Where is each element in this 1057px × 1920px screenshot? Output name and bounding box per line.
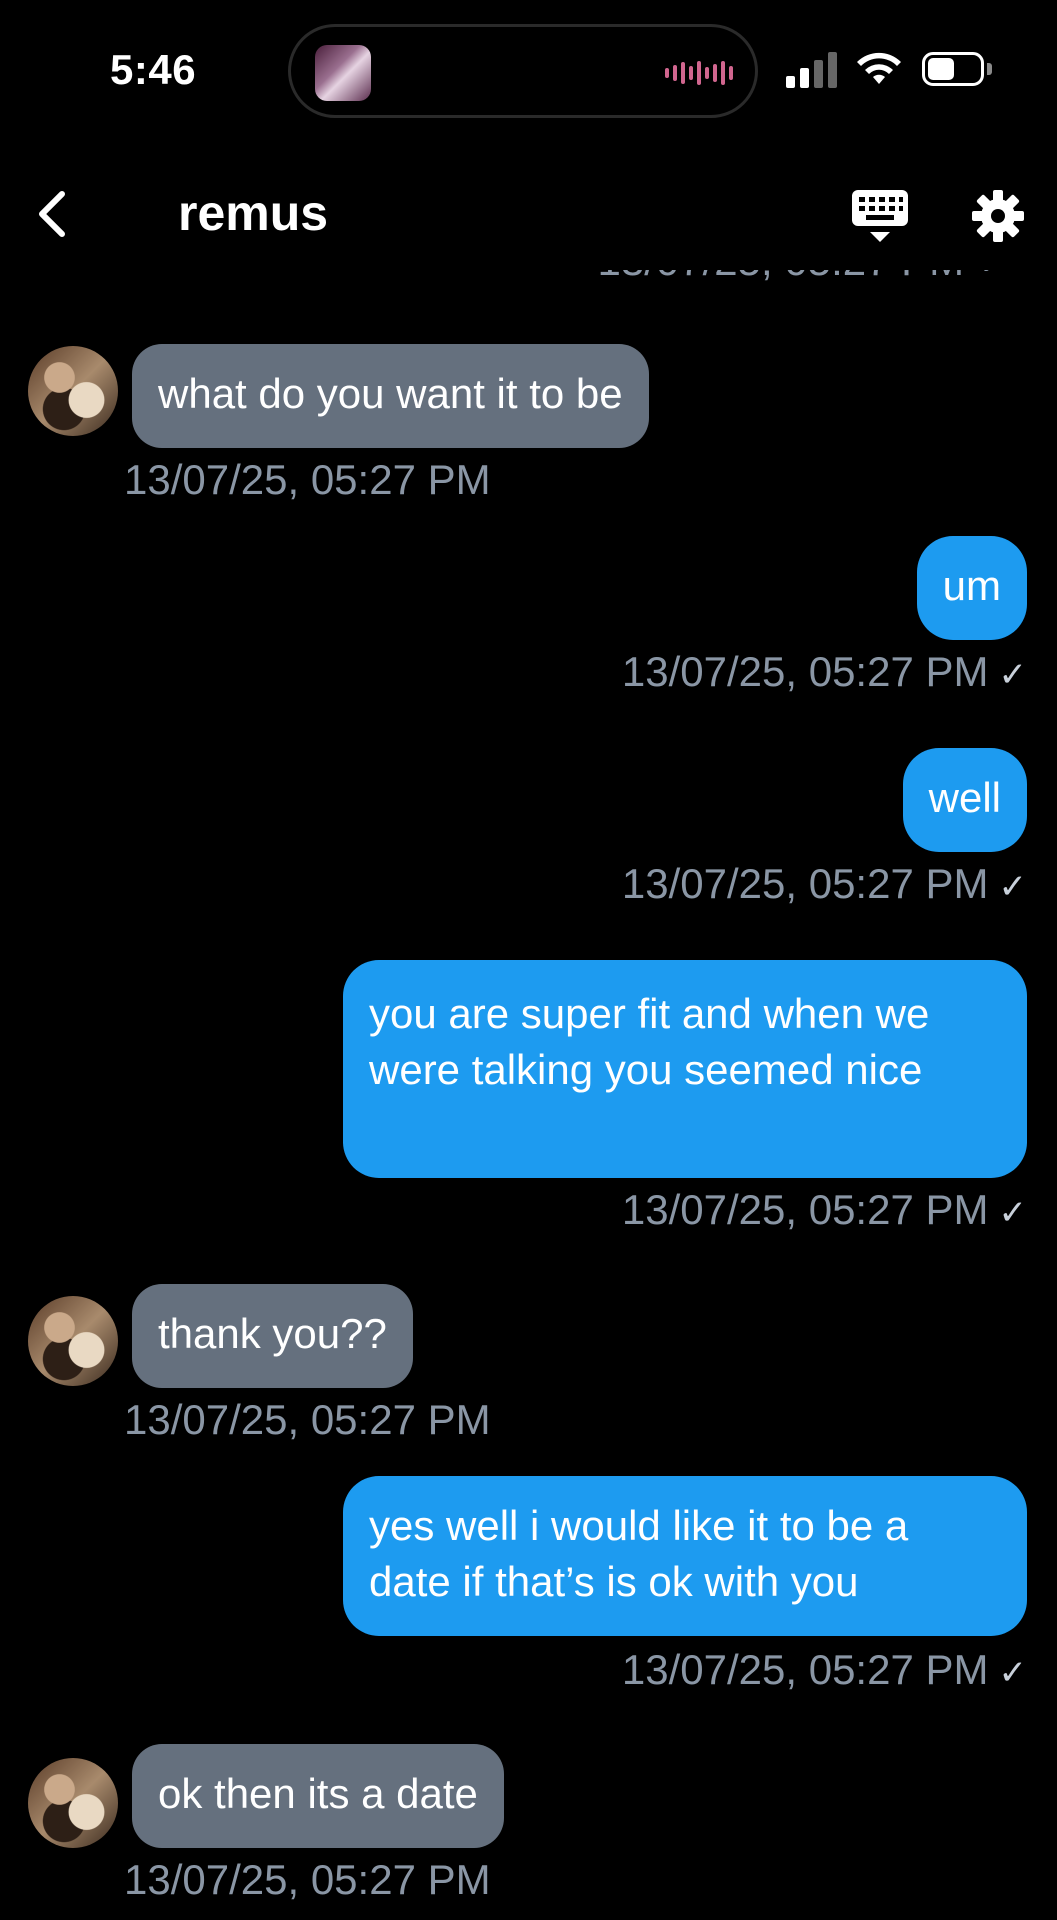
back-chevron-icon[interactable] bbox=[28, 184, 84, 244]
message-timestamp: 13/07/25, 05:27 PM bbox=[124, 1396, 491, 1443]
read-check-icon: ✓ bbox=[998, 868, 1028, 906]
message-outgoing: yes well i would like it to be a date if… bbox=[0, 1476, 1057, 1716]
message-bubble[interactable]: um bbox=[916, 536, 1027, 640]
read-check-icon: ✓ bbox=[998, 1194, 1028, 1232]
message-bubble[interactable]: yes well i would like it to be a date if… bbox=[343, 1476, 1027, 1636]
read-check-icon: ✓ bbox=[998, 656, 1028, 694]
message-timestamp: 13/07/25, 05:27 PM bbox=[124, 1856, 491, 1903]
chat-header: remus bbox=[0, 160, 1057, 270]
conversation-title: remus bbox=[178, 185, 329, 241]
dynamic-island[interactable] bbox=[288, 24, 758, 118]
message-timestamp: 13/07/25, 05:27 PM ✓ bbox=[598, 270, 1011, 285]
message-timestamp: 13/07/25, 05:27 PM ✓ bbox=[621, 1186, 1028, 1233]
wifi-icon bbox=[857, 52, 901, 84]
status-bar: 5:46 bbox=[0, 0, 1057, 140]
read-check-icon: ✓ bbox=[998, 1654, 1028, 1692]
message-bubble[interactable]: thank you?? bbox=[132, 1284, 413, 1388]
message-incoming: what do you want it to be 13/07/25, 05:2… bbox=[0, 344, 1057, 503]
message-bubble[interactable]: you are super fit and when we were talki… bbox=[343, 960, 1027, 1178]
status-time: 5:46 bbox=[110, 46, 197, 93]
message-timestamp: 13/07/25, 05:27 PM bbox=[124, 456, 491, 503]
contact-avatar[interactable] bbox=[28, 1758, 118, 1848]
message-bubble[interactable]: well bbox=[902, 748, 1027, 852]
message-outgoing: you are super fit and when we were talki… bbox=[0, 960, 1057, 1240]
contact-avatar[interactable] bbox=[28, 346, 118, 436]
keyboard-icon[interactable] bbox=[848, 188, 912, 246]
message-outgoing: um 13/07/25, 05:27 PM ✓ bbox=[0, 536, 1057, 696]
message-incoming: ok then its a date 13/07/25, 05:27 PM bbox=[0, 1744, 1057, 1920]
message-outgoing: well 13/07/25, 05:27 PM ✓ bbox=[0, 748, 1057, 908]
message-timestamp: 13/07/25, 05:27 PM ✓ bbox=[621, 1646, 1028, 1693]
signal-icon bbox=[786, 50, 837, 88]
battery-icon bbox=[922, 52, 992, 88]
message-timestamp: 13/07/25, 05:27 PM ✓ bbox=[621, 648, 1028, 695]
contact-avatar[interactable] bbox=[28, 1296, 118, 1386]
message-bubble[interactable]: what do you want it to be bbox=[132, 344, 649, 448]
message-bubble[interactable]: ok then its a date bbox=[132, 1744, 504, 1848]
audio-waveform-icon bbox=[665, 55, 733, 91]
gear-icon[interactable] bbox=[970, 188, 1026, 244]
message-incoming: thank you?? 13/07/25, 05:27 PM bbox=[0, 1284, 1057, 1444]
message-timestamp: 13/07/25, 05:27 PM ✓ bbox=[621, 860, 1028, 907]
now-playing-artwork bbox=[315, 45, 371, 101]
message-list[interactable]: 13/07/25, 05:27 PM ✓ what do you want it… bbox=[0, 270, 1057, 1920]
